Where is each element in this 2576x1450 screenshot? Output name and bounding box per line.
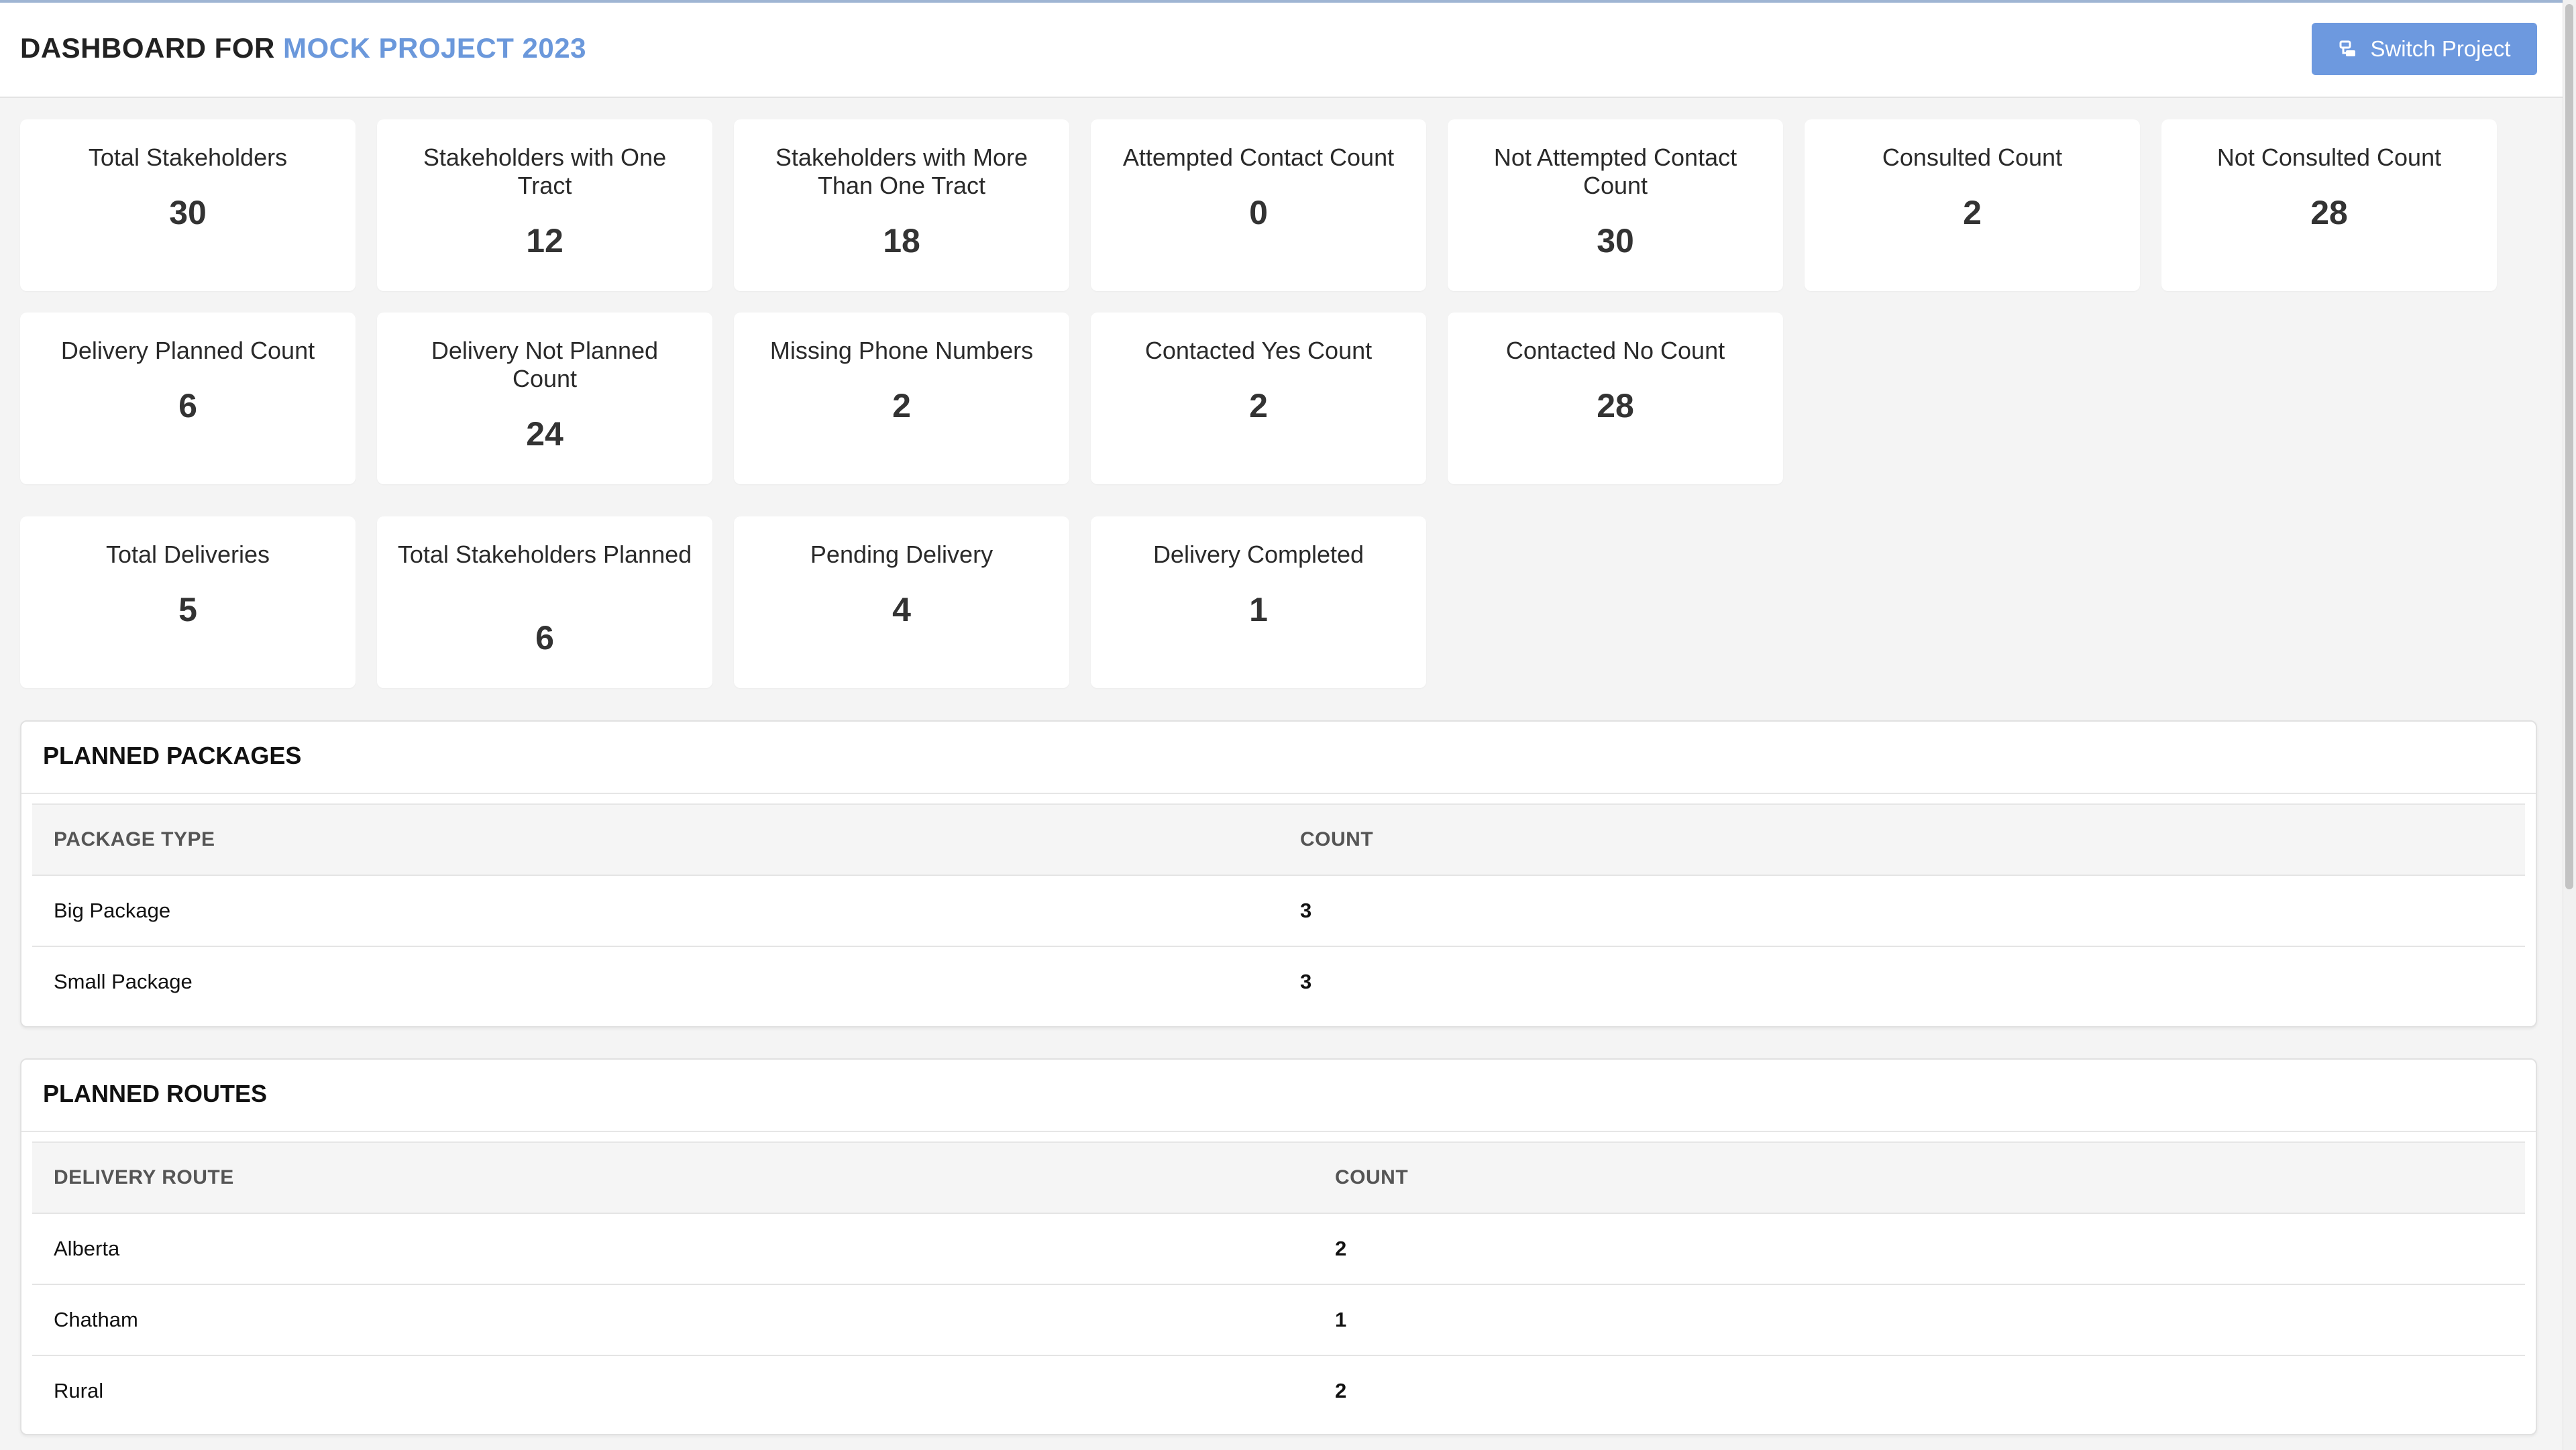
stat-value: 12	[526, 222, 564, 260]
stat-label: Delivery Not Planned Count	[431, 337, 659, 392]
planned-packages-panel: PLANNED PACKAGES PACKAGE TYPE COUNT Big …	[20, 720, 2537, 1027]
stat-value: 6	[535, 619, 554, 657]
stat-value: 18	[883, 222, 920, 260]
stat-value: 5	[178, 591, 197, 628]
stat-value: 30	[1597, 222, 1634, 260]
column-header-count[interactable]: COUNT	[1300, 805, 1373, 875]
table-header-row: PACKAGE TYPE COUNT	[32, 803, 2525, 876]
stat-label: Pending Delivery	[810, 541, 994, 568]
stat-label: Delivery Completed	[1152, 541, 1364, 568]
count-cell: 1	[1335, 1308, 1347, 1331]
table-row[interactable]: Rural 2	[32, 1356, 2525, 1426]
table-header-row: DELIVERY ROUTE COUNT	[32, 1141, 2525, 1214]
column-header-delivery-route[interactable]: DELIVERY ROUTE	[54, 1143, 234, 1213]
panel-title: PLANNED ROUTES	[43, 1080, 268, 1107]
divider	[21, 1131, 2536, 1132]
planned-routes-panel: PLANNED ROUTES DELIVERY ROUTE COUNT Albe…	[20, 1058, 2537, 1435]
stat-value: 2	[892, 387, 911, 425]
package-type-cell: Small Package	[54, 970, 193, 993]
project-name: MOCK PROJECT 2023	[283, 32, 586, 64]
stat-value: 6	[178, 387, 197, 425]
stat-label: Stakeholders with More Than One Tract	[775, 144, 1028, 199]
package-type-cell: Big Package	[54, 899, 171, 922]
stat-label: Attempted Contact Count	[1122, 144, 1395, 171]
stat-label: Total Stakeholders Planned	[397, 541, 692, 568]
stat-label: Contacted No Count	[1505, 337, 1725, 364]
stat-label: Stakeholders with One Tract	[423, 144, 667, 199]
stat-value: 2	[1249, 387, 1268, 425]
stat-label: Missing Phone Numbers	[769, 337, 1034, 364]
stat-card-not-attempted-contact: Not Attempted Contact Count 30	[1448, 119, 1783, 291]
page-header: DASHBOARD FOR MOCK PROJECT 2023 Switch P…	[0, 3, 2563, 98]
stat-card-delivery-not-planned: Delivery Not Planned Count 24	[377, 313, 712, 484]
stat-card-pending-delivery: Pending Delivery 4	[734, 516, 1069, 688]
count-cell: 3	[1300, 899, 1312, 922]
stat-card-delivery-completed: Delivery Completed 1	[1091, 516, 1426, 688]
table-row[interactable]: Big Package 3	[32, 876, 2525, 947]
stat-label: Total Deliveries	[105, 541, 270, 568]
count-cell: 2	[1335, 1237, 1347, 1260]
planned-routes-table: DELIVERY ROUTE COUNT Alberta 2 Chatham 1…	[32, 1141, 2525, 1426]
stat-value: 4	[892, 591, 911, 628]
stat-value: 1	[1249, 591, 1268, 628]
stat-card-total-stakeholders: Total Stakeholders 30	[20, 119, 356, 291]
panel-title: PLANNED PACKAGES	[43, 742, 302, 769]
stat-label: Total Stakeholders	[88, 144, 288, 171]
delivery-route-cell: Rural	[54, 1379, 104, 1402]
table-row[interactable]: Chatham 1	[32, 1285, 2525, 1356]
delivery-route-cell: Alberta	[54, 1237, 120, 1260]
stat-label: Contacted Yes Count	[1144, 337, 1373, 364]
stat-card-delivery-planned: Delivery Planned Count 6	[20, 313, 356, 484]
stat-card-stakeholders-one-tract: Stakeholders with One Tract 12	[377, 119, 712, 291]
stat-value: 0	[1249, 194, 1268, 231]
stat-value: 2	[1963, 194, 1982, 231]
stat-value: 28	[2310, 194, 2348, 231]
stat-card-contacted-no: Contacted No Count 28	[1448, 313, 1783, 484]
column-header-package-type[interactable]: PACKAGE TYPE	[54, 805, 215, 875]
stat-label: Delivery Planned Count	[60, 337, 315, 364]
switch-icon	[2338, 39, 2358, 59]
column-header-count[interactable]: COUNT	[1335, 1143, 1408, 1213]
stat-card-consulted: Consulted Count 2	[1805, 119, 2140, 291]
stat-value: 28	[1597, 387, 1634, 425]
stat-label: Not Consulted Count	[2216, 144, 2442, 171]
stat-card-missing-phone: Missing Phone Numbers 2	[734, 313, 1069, 484]
page-title: DASHBOARD FOR MOCK PROJECT 2023	[20, 32, 586, 64]
stat-card-contacted-yes: Contacted Yes Count 2	[1091, 313, 1426, 484]
switch-project-button[interactable]: Switch Project	[2312, 23, 2537, 75]
title-prefix: DASHBOARD FOR	[20, 32, 275, 64]
stat-value: 24	[526, 415, 564, 453]
table-row[interactable]: Alberta 2	[32, 1214, 2525, 1285]
count-cell: 3	[1300, 970, 1312, 993]
stat-value: 30	[169, 194, 207, 231]
stat-card-attempted-contact: Attempted Contact Count 0	[1091, 119, 1426, 291]
divider	[21, 793, 2536, 794]
scrollbar-thumb[interactable]	[2565, 4, 2573, 889]
delivery-route-cell: Chatham	[54, 1308, 138, 1331]
switch-project-label: Switch Project	[2370, 36, 2511, 61]
stat-label: Consulted Count	[1882, 144, 2063, 171]
planned-packages-table: PACKAGE TYPE COUNT Big Package 3 Small P…	[32, 803, 2525, 1017]
stat-card-total-deliveries: Total Deliveries 5	[20, 516, 356, 688]
stat-card-stakeholders-more-tract: Stakeholders with More Than One Tract 18	[734, 119, 1069, 291]
table-row[interactable]: Small Package 3	[32, 947, 2525, 1017]
count-cell: 2	[1335, 1379, 1347, 1402]
stat-card-not-consulted: Not Consulted Count 28	[2161, 119, 2497, 291]
stat-card-total-stakeholders-planned: Total Stakeholders Planned 6	[377, 516, 712, 688]
stat-label: Not Attempted Contact Count	[1493, 144, 1737, 199]
